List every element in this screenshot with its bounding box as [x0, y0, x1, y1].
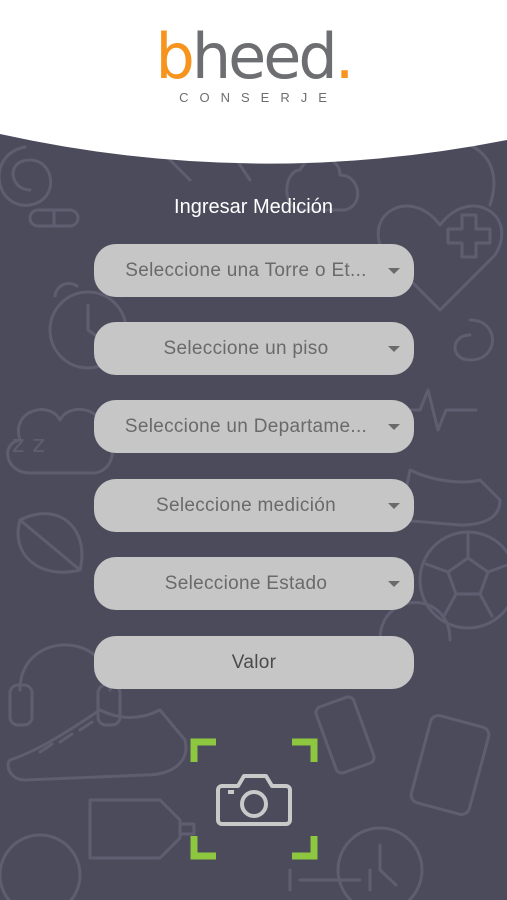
logo-dot: .	[334, 20, 355, 93]
logo-letter-b: b	[155, 20, 194, 93]
apartment-select[interactable]: Seleccione un Departame...	[94, 400, 414, 453]
tower-select-label: Seleccione una Torre o Et...	[125, 259, 367, 281]
apartment-select-label: Seleccione un Departame...	[124, 415, 368, 437]
brand-logo: bheed.	[0, 22, 507, 92]
floor-select-label: Seleccione un piso	[163, 337, 329, 359]
chevron-down-icon	[388, 345, 400, 352]
logo-text: heed	[191, 20, 338, 93]
camera-button[interactable]	[190, 738, 318, 860]
chevron-down-icon	[388, 502, 400, 509]
app-screen: z z bheed. CONSERJE Ingresar Medición Se…	[0, 0, 507, 900]
chevron-down-icon	[388, 267, 400, 274]
value-input[interactable]: Valor	[94, 636, 414, 689]
measurement-select-label: Seleccione medición	[156, 494, 336, 516]
status-select[interactable]: Seleccione Estado	[94, 557, 414, 610]
logo-subtitle: CONSERJE	[179, 90, 338, 105]
svg-text:z z: z z	[12, 430, 45, 458]
tower-select[interactable]: Seleccione una Torre o Et...	[94, 244, 414, 297]
status-select-label: Seleccione Estado	[164, 572, 328, 594]
form-title: Ingresar Medición	[174, 196, 333, 218]
camera-icon	[216, 774, 292, 826]
camera-frame-icon	[190, 738, 318, 860]
chevron-down-icon	[388, 580, 400, 587]
measurement-select[interactable]: Seleccione medición	[94, 479, 414, 532]
chevron-down-icon	[388, 423, 400, 430]
value-input-placeholder: Valor	[231, 651, 277, 673]
logo-wordmark: bheed.	[155, 20, 355, 93]
floor-select[interactable]: Seleccione un piso	[94, 322, 414, 375]
